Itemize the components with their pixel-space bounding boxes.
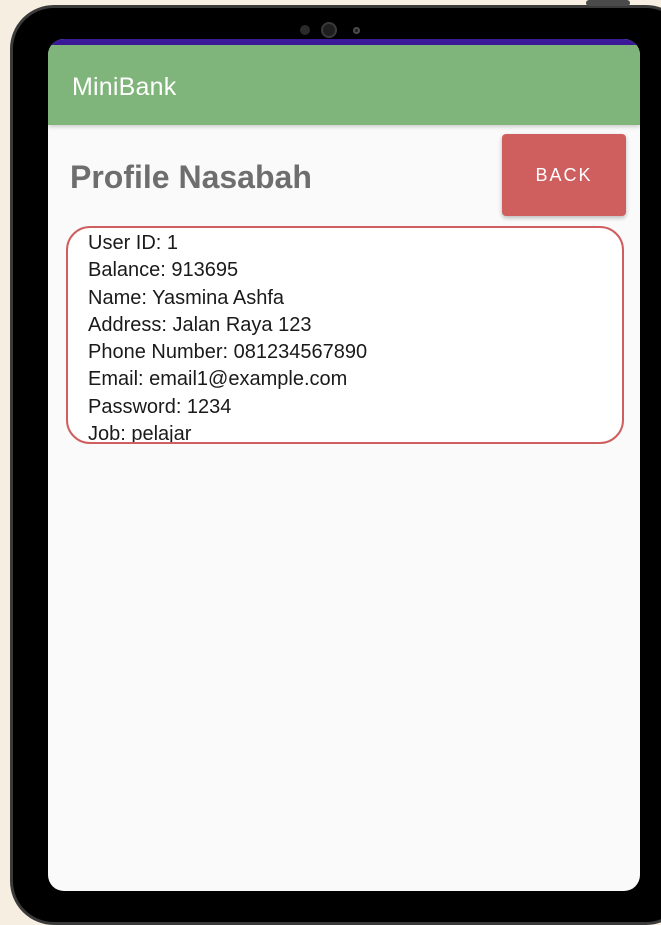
- power-button[interactable]: [586, 0, 630, 6]
- app-screen: MiniBank Profile Nasabah BACK User ID: 1…: [48, 39, 640, 891]
- page-title: Profile Nasabah: [70, 159, 312, 195]
- back-button[interactable]: BACK: [502, 134, 626, 216]
- profile-job: Job: pelajar: [88, 423, 192, 444]
- app-bar: MiniBank: [48, 45, 640, 125]
- profile-address: Address: Jalan Raya 123: [88, 313, 312, 336]
- app-title: MiniBank: [72, 73, 177, 101]
- camera-cluster: [283, 16, 373, 38]
- profile-details-card: User ID: 1 Balance: 913695 Name: Yasmina…: [66, 226, 624, 444]
- profile-email: Email: email1@example.com: [88, 368, 348, 391]
- camera-icon: [321, 22, 337, 38]
- profile-phone: Phone Number: 081234567890: [88, 341, 368, 364]
- profile-name: Name: Yasmina Ashfa: [88, 286, 285, 309]
- light-sensor-icon: [353, 27, 360, 34]
- sensor-icon: [300, 25, 310, 35]
- profile-user-id: User ID: 1: [88, 232, 179, 254]
- profile-password: Password: 1234: [88, 395, 232, 418]
- profile-balance: Balance: 913695: [88, 259, 239, 282]
